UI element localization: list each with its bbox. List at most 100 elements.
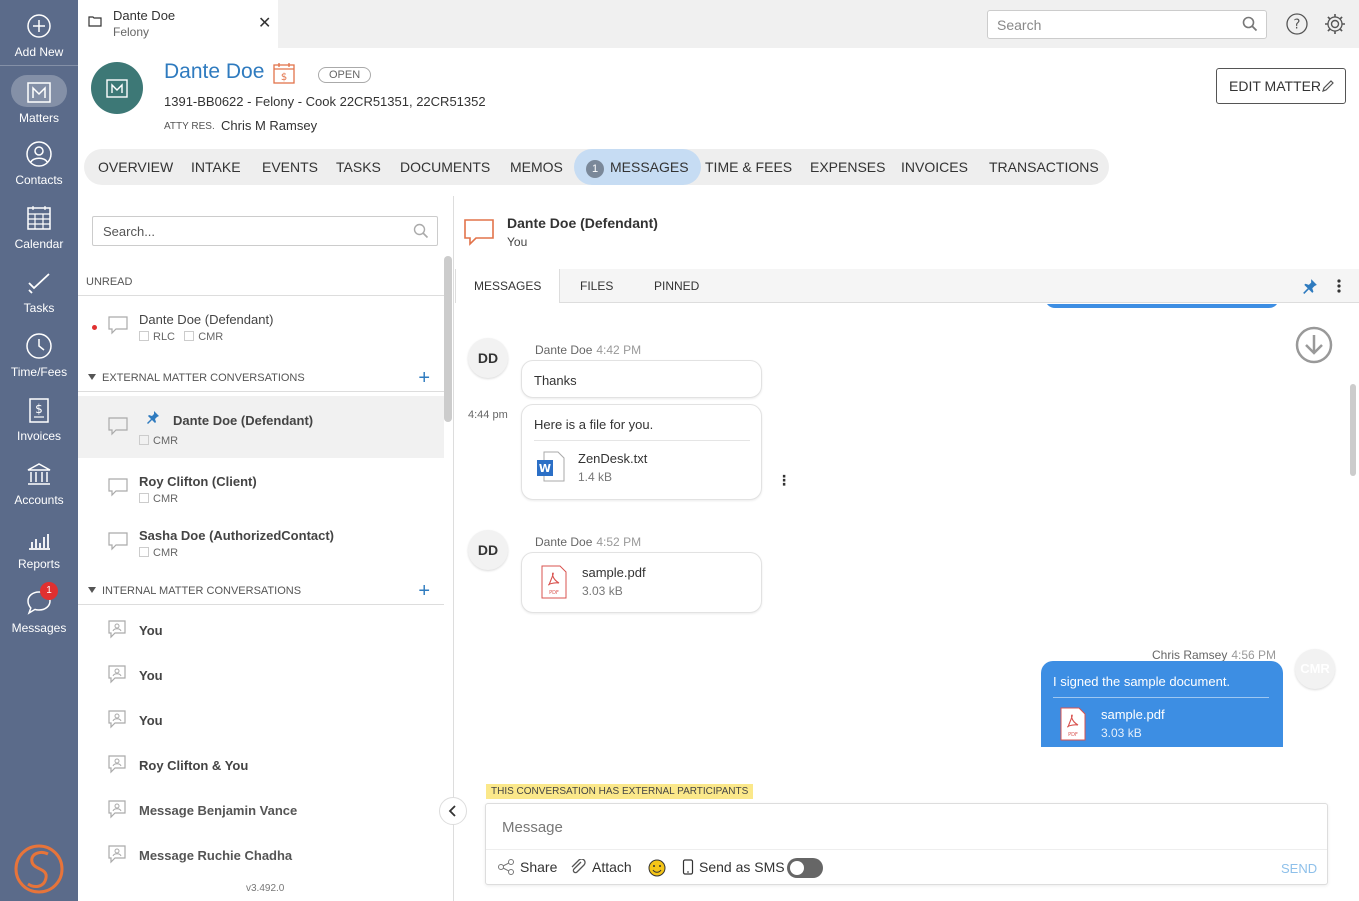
folder-icon (88, 16, 102, 27)
status-badge: OPEN (318, 67, 372, 83)
tag-checkbox[interactable] (139, 331, 149, 341)
file-size: 3.03 kB (582, 584, 623, 598)
tab-invoices[interactable]: INVOICES (901, 149, 968, 185)
tag-checkbox[interactable] (139, 493, 149, 503)
nav-contacts[interactable]: Contacts (0, 140, 78, 187)
conversation-tabs: MESSAGES FILES PINNED (455, 269, 1359, 303)
svg-text:PDF: PDF (549, 590, 559, 596)
conversation-list-scrollbar[interactable] (444, 256, 452, 422)
nav-calendar[interactable]: Calendar (0, 204, 78, 251)
external-section-header[interactable]: EXTERNAL MATTER CONVERSATIONS + (78, 364, 444, 392)
tab-pinned[interactable]: PINNED (636, 269, 717, 303)
nav-messages[interactable]: 1 Messages (0, 582, 78, 635)
tab-overview[interactable]: OVERVIEW (98, 149, 173, 185)
collapse-arrow-icon[interactable] (88, 374, 96, 380)
previous-message-bubble (1045, 304, 1279, 308)
tab-intake[interactable]: INTAKE (191, 149, 241, 185)
internal-conversation-item[interactable]: Roy Clifton & You (78, 744, 444, 789)
more-vertical-icon[interactable] (1336, 278, 1342, 294)
send-as-sms-toggle[interactable] (787, 858, 823, 878)
tab-events[interactable]: EVENTS (262, 149, 318, 185)
clock-icon (26, 333, 52, 359)
internal-conversation-item[interactable]: Message Ruchie Chadha (78, 834, 444, 879)
conversation-search-input[interactable]: Search... (92, 216, 438, 246)
nav-calendar-label: Calendar (14, 237, 64, 251)
internal-conversation-item[interactable]: Message Benjamin Vance (78, 789, 444, 834)
add-external-conversation-button[interactable]: + (418, 364, 430, 392)
tab-messages[interactable]: 1 MESSAGES (574, 149, 701, 185)
conversation-item[interactable]: Sasha Doe (AuthorizedContact) CMR (78, 514, 444, 570)
nav-add-new[interactable]: Add New (0, 12, 78, 59)
nav-invoices[interactable]: $ Invoices (0, 396, 78, 443)
nav-accounts[interactable]: Accounts (0, 460, 78, 507)
tag-checkbox[interactable] (139, 435, 149, 445)
message-bubble[interactable]: Thanks (521, 360, 762, 398)
attach-button[interactable]: Attach (569, 858, 632, 875)
phone-icon (682, 859, 694, 875)
conversation-item[interactable]: Roy Clifton (Client) CMR (78, 460, 444, 516)
messages-tab-count: 1 (586, 160, 604, 178)
nav-messages-label: Messages (11, 621, 67, 635)
person-bubble-icon (108, 800, 126, 819)
scroll-down-icon[interactable] (1295, 326, 1333, 364)
top-bar: Dante Doe Felony ✕ Search ? (78, 0, 1359, 48)
collapse-arrow-icon[interactable] (88, 587, 96, 593)
composer-divider (486, 849, 1327, 850)
tab-transactions[interactable]: TRANSACTIONS (989, 149, 1099, 185)
internal-section-header[interactable]: INTERNAL MATTER CONVERSATIONS + (78, 577, 444, 605)
internal-conversation-item[interactable]: You (78, 609, 444, 654)
tag-checkbox[interactable] (184, 331, 195, 341)
edit-matter-button[interactable]: EDIT MATTER (1216, 68, 1346, 104)
close-tab-icon[interactable]: ✕ (258, 13, 271, 33)
conversation-name: Dante Doe (Defendant) (173, 413, 314, 428)
message-bubble[interactable]: PDF sample.pdf 3.03 kB (521, 552, 762, 613)
open-matter-tab-subtitle: Felony (113, 25, 150, 39)
file-attachment[interactable]: PDF sample.pdf 3.03 kB (540, 565, 750, 605)
add-internal-conversation-button[interactable]: + (418, 577, 430, 605)
nav-time-fees[interactable]: Time/Fees (0, 332, 78, 379)
internal-conversation-item[interactable]: You (78, 699, 444, 744)
conversation-name: You (139, 713, 163, 728)
nav-tasks[interactable]: Tasks (0, 268, 78, 315)
gear-icon[interactable] (1323, 12, 1347, 36)
billing-calendar-icon[interactable]: $ (272, 62, 296, 84)
message-sender: Dante Doe (535, 343, 593, 357)
tab-tasks[interactable]: TASKS (336, 149, 381, 185)
file-attachment[interactable]: PDF sample.pdf 3.03 kB (1059, 707, 1269, 747)
tab-messages-inner[interactable]: MESSAGES (455, 269, 561, 303)
calendar-icon (27, 206, 51, 230)
conversation-item[interactable]: Dante Doe (Defendant) RLC CMR (78, 298, 444, 354)
message-bubble-outgoing[interactable]: I signed the sample document. PDF sample… (1041, 661, 1283, 747)
open-matter-tab[interactable]: Dante Doe Felony ✕ (78, 0, 278, 48)
matter-avatar (91, 62, 143, 114)
message-scrollbar[interactable] (1350, 384, 1356, 476)
svg-text:$: $ (35, 402, 43, 416)
pin-icon[interactable] (1302, 278, 1318, 294)
tab-expenses[interactable]: EXPENSES (810, 149, 885, 185)
global-search-input[interactable]: Search (987, 10, 1267, 39)
message-options-icon[interactable]: ⋮ (777, 472, 791, 489)
message-composer[interactable]: Message Share Attach Send as SMS SEND (485, 803, 1328, 885)
conversation-item-selected[interactable]: Dante Doe (Defendant) CMR (78, 396, 444, 458)
help-icon[interactable]: ? (1286, 13, 1308, 35)
share-button[interactable]: Share (497, 859, 557, 875)
tab-time-fees[interactable]: TIME & FEES (705, 149, 792, 185)
message-input[interactable]: Message (502, 819, 563, 836)
search-icon[interactable] (413, 223, 429, 239)
tab-memos[interactable]: MEMOS (510, 149, 563, 185)
internal-conversation-item[interactable]: You (78, 654, 444, 699)
send-button[interactable]: SEND (1281, 861, 1317, 876)
nav-reports[interactable]: Reports (0, 524, 78, 571)
message-bubble[interactable]: Here is a file for you. W ZenDesk.txt 1.… (521, 404, 762, 500)
nav-matters[interactable]: Matters (0, 75, 78, 125)
tag-checkbox[interactable] (139, 547, 149, 557)
file-attachment[interactable]: W ZenDesk.txt 1.4 kB (536, 451, 746, 491)
tab-documents[interactable]: DOCUMENTS (400, 149, 490, 185)
chat-bubble-icon (464, 219, 494, 246)
search-icon[interactable] (1242, 16, 1258, 32)
avatar: DD (468, 338, 508, 378)
person-bubble-icon (108, 710, 126, 729)
emoji-button[interactable] (648, 859, 671, 877)
tab-files[interactable]: FILES (562, 269, 631, 303)
internal-header-label: INTERNAL MATTER CONVERSATIONS (102, 585, 302, 597)
